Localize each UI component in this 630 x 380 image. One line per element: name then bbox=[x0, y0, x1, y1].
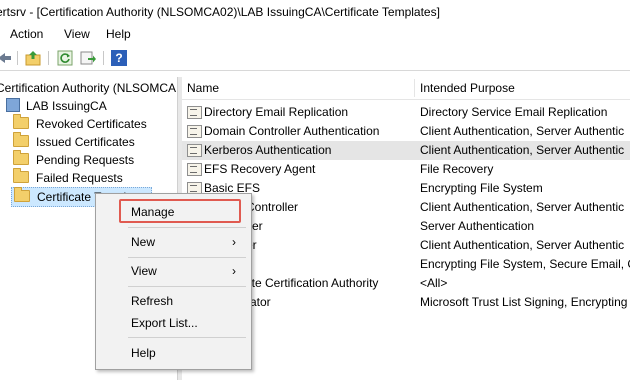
tree-item-issued-certificates[interactable]: Issued Certificates bbox=[13, 132, 135, 151]
template-name: Controller bbox=[246, 200, 299, 214]
submenu-arrow-icon: › bbox=[232, 235, 236, 249]
template-name: Kerberos Authentication bbox=[204, 143, 332, 157]
export-list-icon[interactable] bbox=[80, 50, 96, 66]
certificate-authority-icon bbox=[6, 98, 20, 112]
manage-highlight-box bbox=[119, 199, 241, 223]
template-purpose: Client Authentication, Server Authentic bbox=[420, 143, 625, 157]
table-row[interactable]: EFS Recovery Agent File Recovery bbox=[182, 160, 630, 179]
template-purpose: Client Authentication, Server Authentic bbox=[420, 200, 625, 214]
menu-item-refresh[interactable]: Refresh bbox=[96, 290, 251, 312]
toolbar-separator bbox=[103, 51, 104, 65]
template-purpose: <All> bbox=[420, 276, 448, 290]
menu-item-label: Export List... bbox=[131, 316, 198, 330]
tree-root-label: Certification Authority (NLSOMCA bbox=[0, 81, 176, 95]
menu-bar: Action View Help bbox=[0, 24, 630, 44]
tree-item-revoked-certificates[interactable]: Revoked Certificates bbox=[13, 114, 147, 133]
submenu-arrow-icon: › bbox=[232, 264, 236, 278]
menu-item-label: Refresh bbox=[131, 294, 174, 308]
menu-item-export-list[interactable]: Export List... bbox=[96, 312, 251, 334]
tree-root[interactable]: Certification Authority (NLSOMCA bbox=[0, 79, 176, 97]
template-purpose: Server Authentication bbox=[420, 219, 535, 233]
template-purpose: Encrypting File System, Secure Email, C bbox=[420, 257, 630, 271]
table-row[interactable]: Domain Controller Authentication Client … bbox=[182, 122, 630, 141]
help-icon[interactable]: ? bbox=[111, 50, 127, 66]
back-arrow-icon[interactable] bbox=[0, 50, 12, 66]
template-name: EFS Recovery Agent bbox=[204, 162, 316, 176]
toolbar-separator bbox=[17, 51, 18, 65]
menu-separator bbox=[128, 337, 246, 338]
tree-item-ca[interactable]: LAB IssuingCA bbox=[6, 97, 107, 115]
template-name: Directory Email Replication bbox=[204, 105, 349, 119]
template-name: Domain Controller Authentication bbox=[204, 124, 380, 138]
menu-item-help[interactable]: Help bbox=[96, 342, 251, 364]
tree-item-label: Issued Certificates bbox=[36, 135, 135, 149]
menu-item-label: Help bbox=[131, 346, 156, 360]
certificate-template-icon bbox=[187, 144, 202, 157]
column-header-name[interactable]: Name bbox=[187, 77, 219, 99]
template-purpose: Microsoft Trust List Signing, Encrypting bbox=[420, 295, 628, 309]
column-divider[interactable] bbox=[414, 79, 415, 97]
tree-item-failed-requests[interactable]: Failed Requests bbox=[13, 168, 123, 187]
tree-item-label: Revoked Certificates bbox=[36, 117, 147, 131]
list-header: Name Intended Purpose bbox=[182, 77, 630, 100]
template-purpose: Encrypting File System bbox=[420, 181, 543, 195]
tree-item-label: Failed Requests bbox=[36, 171, 123, 185]
menu-help[interactable]: Help bbox=[106, 24, 131, 44]
certificate-template-icon bbox=[187, 106, 202, 119]
up-folder-icon[interactable] bbox=[25, 50, 41, 66]
table-row[interactable]: Directory Email Replication Directory Se… bbox=[182, 103, 630, 122]
table-row-selected[interactable]: Kerberos Authentication Client Authentic… bbox=[182, 141, 630, 160]
menu-action[interactable]: Action bbox=[10, 24, 43, 44]
template-purpose: Directory Service Email Replication bbox=[420, 105, 608, 119]
column-header-intended-purpose[interactable]: Intended Purpose bbox=[420, 77, 515, 99]
certificate-template-icon bbox=[187, 125, 202, 138]
toolbar-separator bbox=[48, 51, 49, 65]
folder-icon bbox=[13, 168, 29, 183]
folder-icon bbox=[13, 114, 29, 129]
menu-separator bbox=[128, 227, 246, 228]
certificate-template-icon bbox=[187, 163, 202, 176]
template-name: ate Certification Authority bbox=[245, 276, 379, 290]
tree-item-label: Pending Requests bbox=[36, 153, 135, 167]
menu-item-view[interactable]: View › bbox=[96, 260, 251, 282]
template-purpose: Client Authentication, Server Authentic bbox=[420, 124, 625, 138]
folder-icon bbox=[13, 150, 29, 165]
tree-item-pending-requests[interactable]: Pending Requests bbox=[13, 150, 135, 169]
window-title: ertsrv - [Certification Authority (NLSOM… bbox=[0, 5, 440, 19]
refresh-icon[interactable] bbox=[57, 50, 73, 66]
folder-icon bbox=[14, 187, 30, 202]
folder-icon bbox=[13, 132, 29, 147]
menu-item-new[interactable]: New › bbox=[96, 231, 251, 253]
menu-separator bbox=[128, 257, 246, 258]
menu-item-label: View bbox=[131, 264, 157, 278]
menu-view[interactable]: View bbox=[64, 24, 90, 44]
divider bbox=[0, 70, 630, 71]
tree-item-label: LAB IssuingCA bbox=[26, 99, 107, 113]
menu-item-label: New bbox=[131, 235, 156, 249]
toolbar: ? bbox=[0, 46, 630, 70]
template-purpose: File Recovery bbox=[420, 162, 494, 176]
window-title-bar: ertsrv - [Certification Authority (NLSOM… bbox=[0, 0, 630, 24]
template-purpose: Client Authentication, Server Authentic bbox=[420, 238, 625, 252]
menu-separator bbox=[128, 286, 246, 287]
